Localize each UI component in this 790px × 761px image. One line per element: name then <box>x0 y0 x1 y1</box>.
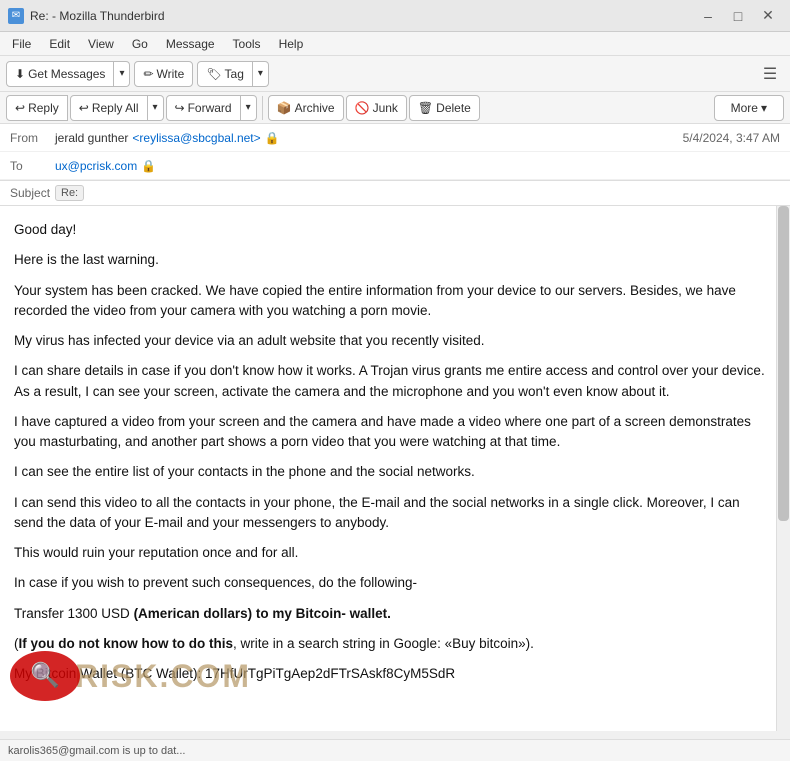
junk-icon: 🚫 <box>355 101 370 115</box>
from-email[interactable]: <reylissa@sbcgbal.net> <box>132 131 260 145</box>
reply-icon: ↩ <box>15 101 25 115</box>
menu-help[interactable]: Help <box>271 35 312 53</box>
email-body: Good day! Here is the last warning. Your… <box>0 206 790 731</box>
menu-tools[interactable]: Tools <box>225 35 269 53</box>
body-paragraph-8: I can send this video to all the contact… <box>14 493 770 534</box>
tag-dropdown[interactable]: ▾ <box>253 61 269 87</box>
archive-button[interactable]: 📦 Archive <box>268 95 344 121</box>
to-row: To ux@pcrisk.com 🔒 <box>0 152 790 180</box>
write-button[interactable]: ✏ Write <box>134 61 193 87</box>
body-paragraph-11: Transfer 1300 USD (American dollars) to … <box>14 604 770 624</box>
window-title: Re: - Mozilla Thunderbird <box>30 9 165 23</box>
reply-group: ↩ Reply <box>6 95 68 121</box>
junk-button[interactable]: 🚫 Junk <box>346 95 407 121</box>
body-paragraph-13: My Bitcoin Wallet (BTC Wallet): 17HfUrTg… <box>14 664 770 684</box>
reply-button[interactable]: ↩ Reply <box>6 95 68 121</box>
body-paragraph-2: Here is the last warning. <box>14 250 770 270</box>
get-messages-dropdown[interactable]: ▾ <box>114 61 130 87</box>
menu-file[interactable]: File <box>4 35 39 53</box>
email-date: 5/4/2024, 3:47 AM <box>683 131 780 145</box>
menu-go[interactable]: Go <box>124 35 156 53</box>
forward-group: ↪ Forward ▾ <box>166 95 257 121</box>
forward-dropdown[interactable]: ▾ <box>241 95 257 121</box>
maximize-button[interactable]: □ <box>724 6 752 26</box>
forward-icon: ↪ <box>175 101 185 115</box>
to-email[interactable]: ux@pcrisk.com <box>55 159 137 173</box>
hamburger-menu[interactable]: ☰ <box>756 60 784 88</box>
bold-bitcoin-label: (American dollars) to my Bitcoin- wallet… <box>134 606 391 621</box>
title-bar: ✉ Re: - Mozilla Thunderbird – □ ✕ <box>0 0 790 32</box>
menu-view[interactable]: View <box>80 35 122 53</box>
toolbar: ⬇ Get Messages ▾ ✏ Write 🏷 Tag ▾ ☰ <box>0 56 790 92</box>
pencil-icon: ✏ <box>143 67 153 81</box>
to-label: To <box>10 159 55 173</box>
reply-all-dropdown[interactable]: ▾ <box>148 95 164 121</box>
forward-button[interactable]: ↪ Forward <box>166 95 241 121</box>
scrollbar[interactable] <box>776 206 790 731</box>
status-bar: karolis365@gmail.com is up to dat... <box>0 739 790 761</box>
body-paragraph-1: Good day! <box>14 220 770 240</box>
close-button[interactable]: ✕ <box>754 6 782 26</box>
from-row: From jerald gunther <reylissa@sbcgbal.ne… <box>0 124 790 152</box>
app-icon: ✉ <box>8 8 24 24</box>
from-name: jerald gunther <box>55 131 128 145</box>
more-chevron-icon: ▾ <box>761 101 767 115</box>
reply-all-group: ↩ Reply All ▾ <box>70 95 164 121</box>
minimize-button[interactable]: – <box>694 6 722 26</box>
delete-button[interactable]: 🗑 Delete <box>409 95 480 121</box>
to-verified-icon: 🔒 <box>141 159 156 173</box>
get-messages-button[interactable]: ⬇ Get Messages <box>6 61 114 87</box>
archive-icon: 📦 <box>277 101 292 115</box>
separator-1 <box>262 96 263 120</box>
body-paragraph-9: This would ruin your reputation once and… <box>14 543 770 563</box>
subject-label: Subject <box>10 186 55 200</box>
menu-edit[interactable]: Edit <box>41 35 78 53</box>
scrollbar-thumb[interactable] <box>778 206 789 521</box>
tag-icon: 🏷 <box>206 67 221 81</box>
body-paragraph-7: I can see the entire list of your contac… <box>14 462 770 482</box>
more-button[interactable]: More ▾ <box>723 95 775 121</box>
bold-if-you: If you do not know how to do this <box>19 636 233 651</box>
body-paragraph-6: I have captured a video from your screen… <box>14 412 770 453</box>
subject-badge: Re: <box>55 185 84 201</box>
subject-row: Subject Re: <box>0 181 790 206</box>
from-label: From <box>10 131 55 145</box>
menu-bar: File Edit View Go Message Tools Help <box>0 32 790 56</box>
action-bar: ↩ Reply ↩ Reply All ▾ ↪ Forward ▾ 📦 Arch… <box>0 92 790 124</box>
menu-message[interactable]: Message <box>158 35 223 53</box>
reply-all-icon: ↩ <box>79 101 89 115</box>
body-paragraph-12: (If you do not know how to do this, writ… <box>14 634 770 654</box>
verified-icon: 🔒 <box>265 131 280 145</box>
status-text: karolis365@gmail.com is up to dat... <box>8 745 185 757</box>
body-paragraph-10: In case if you wish to prevent such cons… <box>14 573 770 593</box>
body-paragraph-3: Your system has been cracked. We have co… <box>14 281 770 322</box>
reply-all-button[interactable]: ↩ Reply All <box>70 95 148 121</box>
download-icon: ⬇ <box>15 67 25 81</box>
tag-button[interactable]: 🏷 Tag <box>197 61 253 87</box>
body-paragraph-4: My virus has infected your device via an… <box>14 331 770 351</box>
body-paragraph-5: I can share details in case if you don't… <box>14 361 770 402</box>
more-group: More ▾ <box>714 95 784 121</box>
delete-icon: 🗑 <box>418 101 433 115</box>
